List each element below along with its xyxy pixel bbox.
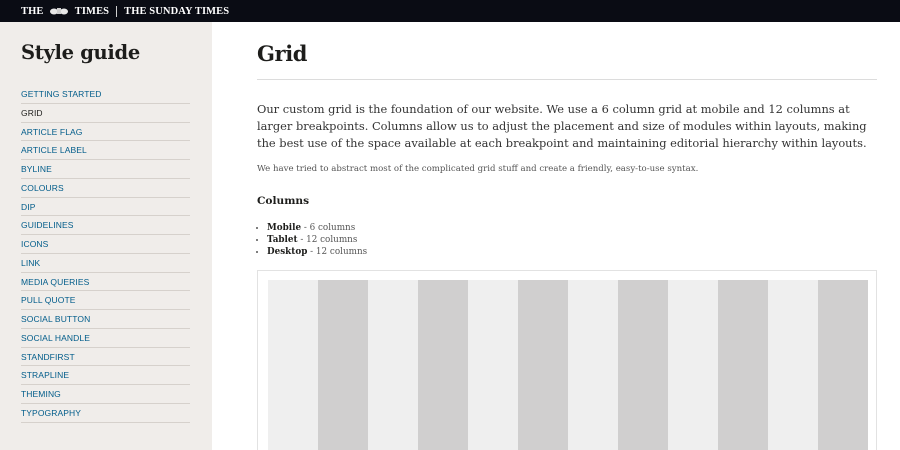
breakpoint-name: Tablet xyxy=(267,235,298,245)
sidebar-item-standfirst[interactable]: STANDFIRST xyxy=(21,348,190,367)
breakpoint-detail: - 12 columns xyxy=(307,247,368,257)
sidebar: Style guide GETTING STARTED GRID ARTICLE F… xyxy=(0,22,212,450)
sidebar-item-theming[interactable]: THEMING xyxy=(21,385,190,404)
columns-list-item: Desktop - 12 columns xyxy=(267,246,367,258)
sidebar-item-byline[interactable]: BYLINE xyxy=(21,160,190,179)
grid-column xyxy=(318,280,368,450)
grid-demo xyxy=(257,270,877,450)
breakpoint-name: Desktop xyxy=(267,247,308,257)
sidebar-title: Style guide xyxy=(21,41,140,64)
columns-list: Mobile - 6 columnsTablet - 12 columnsDes… xyxy=(257,222,367,258)
grid-column xyxy=(818,280,868,450)
grid-column xyxy=(668,280,718,450)
columns-list-item: Mobile - 6 columns xyxy=(267,222,367,234)
columns-list-item: Tablet - 12 columns xyxy=(267,234,367,246)
grid-column xyxy=(568,280,618,450)
sidebar-item-social-handle[interactable]: SOCIAL HANDLE xyxy=(21,329,190,348)
sidebar-item-icons[interactable]: ICONS xyxy=(21,235,190,254)
the-times-wordmark-part2: TIMES xyxy=(74,5,110,17)
crest-icon xyxy=(50,8,69,15)
grid-column xyxy=(618,280,668,450)
grid-column xyxy=(718,280,768,450)
page-title: Grid xyxy=(257,41,308,66)
sidebar-item-dip[interactable]: DIP xyxy=(21,198,190,217)
columns-heading: Columns xyxy=(257,195,310,207)
sidebar-item-social-button[interactable]: SOCIAL BUTTON xyxy=(21,310,190,329)
sidebar-item-colours[interactable]: COLOURS xyxy=(21,179,190,198)
grid-column xyxy=(518,280,568,450)
sidebar-nav: GETTING STARTED GRID ARTICLE FLAG ARTICLE L… xyxy=(21,85,190,423)
sidebar-item-guidelines[interactable]: GUIDELINES xyxy=(21,216,190,235)
grid-column xyxy=(368,280,418,450)
grid-column xyxy=(268,280,318,450)
grid-column xyxy=(468,280,518,450)
grid-column xyxy=(418,280,468,450)
sidebar-item-pull-quote[interactable]: PULL QUOTE xyxy=(21,291,190,310)
note-paragraph: We have tried to abstract most of the co… xyxy=(257,164,699,174)
the-times-wordmark-part1: THE xyxy=(21,5,44,17)
grid-column xyxy=(768,280,818,450)
sidebar-item-article-flag[interactable]: ARTICLE FLAG xyxy=(21,123,190,142)
sunday-times-logo[interactable]: THE SUNDAY TIMES xyxy=(124,6,229,17)
sidebar-item-link[interactable]: LINK xyxy=(21,254,190,273)
title-divider xyxy=(257,79,877,80)
breakpoint-detail: - 12 columns xyxy=(297,235,358,245)
masthead-divider xyxy=(116,5,118,17)
sidebar-item-strapline[interactable]: STRAPLINE xyxy=(21,366,190,385)
grid-demo-columns xyxy=(268,280,868,450)
sidebar-item-typography[interactable]: TYPOGRAPHY xyxy=(21,404,190,423)
breakpoint-detail: - 6 columns xyxy=(301,223,356,233)
breakpoint-name: Mobile xyxy=(267,223,302,233)
sidebar-item-getting-started[interactable]: GETTING STARTED xyxy=(21,85,190,104)
masthead-bar: THE TIMES THE SUNDAY TIMES xyxy=(0,0,900,22)
sidebar-item-media-queries[interactable]: MEDIA QUERIES xyxy=(21,273,190,292)
the-times-logo[interactable]: THE TIMES xyxy=(21,6,109,17)
sidebar-item-article-label[interactable]: ARTICLE LABEL xyxy=(21,141,190,160)
intro-paragraph: Our custom grid is the foundation of our… xyxy=(257,102,867,150)
sidebar-item-grid[interactable]: GRID xyxy=(21,104,190,123)
